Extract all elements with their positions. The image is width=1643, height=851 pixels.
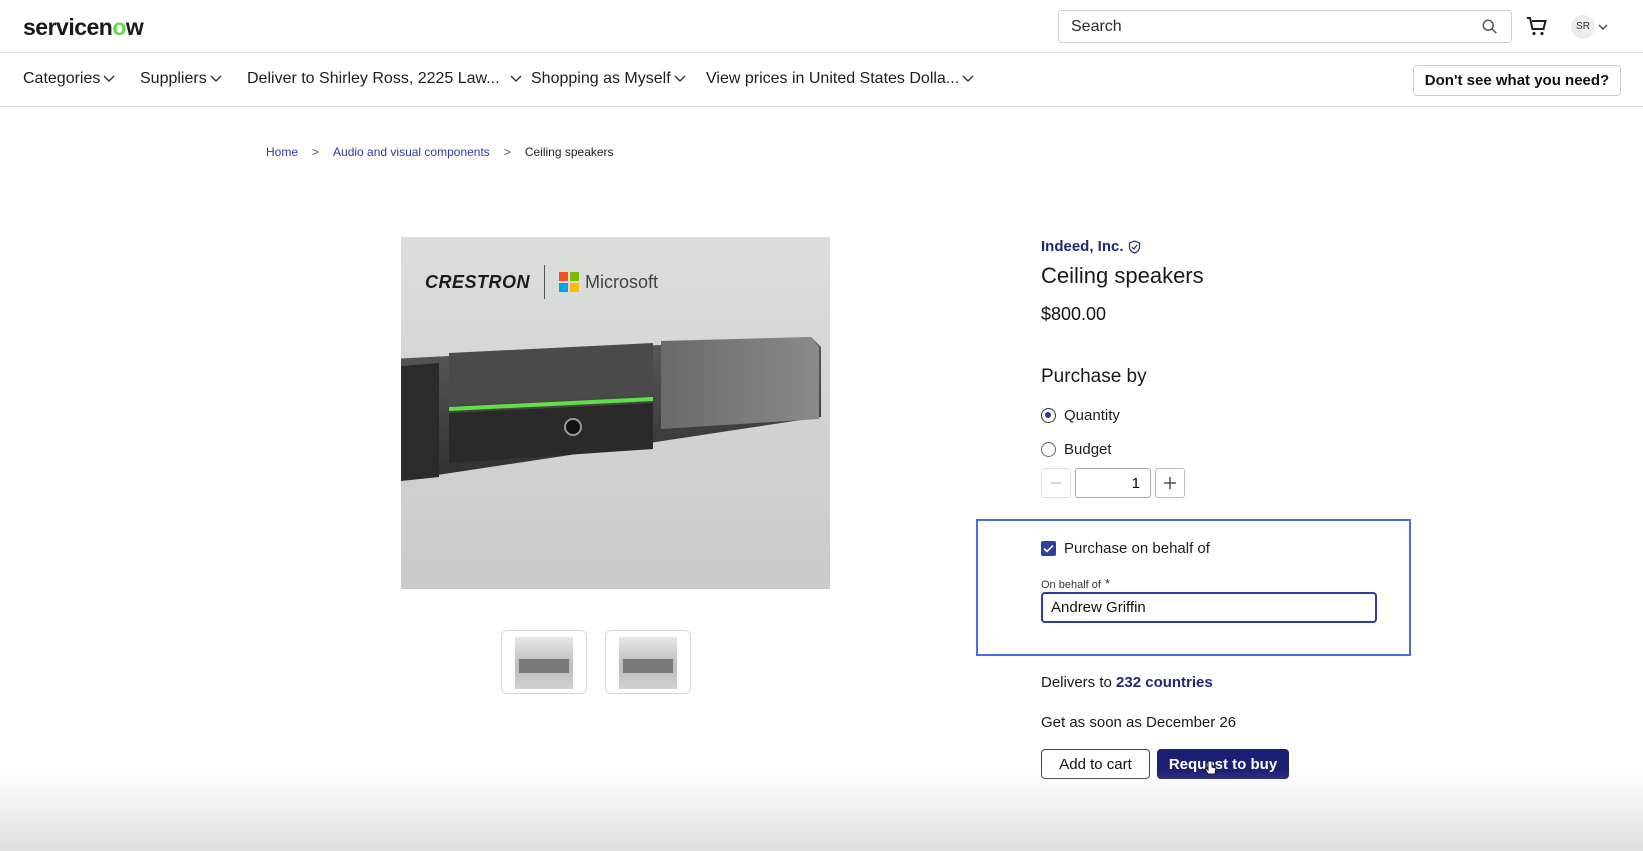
checkbox-checked-icon[interactable] xyxy=(1041,541,1056,556)
chevron-right-icon: > xyxy=(503,145,511,159)
field-label-text: On behalf of xyxy=(1041,579,1101,591)
nav-label: Shopping as Myself xyxy=(531,70,671,87)
product-thumbnail[interactable] xyxy=(501,630,587,694)
supplier-name[interactable]: Indeed, Inc. xyxy=(1041,238,1141,255)
product-price: $800.00 xyxy=(1041,304,1107,324)
verified-shield-icon xyxy=(1128,239,1140,254)
plus-icon xyxy=(1164,477,1176,489)
chevron-down-icon xyxy=(210,75,222,82)
add-to-cart-button[interactable]: Add to cart xyxy=(1041,749,1150,779)
cart-icon[interactable] xyxy=(1525,14,1549,38)
nav-currency[interactable]: View prices in United States Dolla... xyxy=(706,70,974,88)
countries-link[interactable]: 232 countries xyxy=(1116,674,1213,691)
nav-label: Suppliers xyxy=(140,70,207,87)
breadcrumb-current: Ceiling speakers xyxy=(524,145,614,159)
nav-label: View prices in United States Dolla... xyxy=(706,70,960,87)
required-asterisk: * xyxy=(1104,576,1110,591)
brand-divider xyxy=(544,265,546,299)
purchase-by-heading: Purchase by xyxy=(1041,366,1147,387)
chevron-down-icon xyxy=(674,75,686,82)
decrement-button[interactable] xyxy=(1041,468,1071,498)
chevron-down-icon xyxy=(510,75,522,82)
nav-suppliers[interactable]: Suppliers xyxy=(140,70,222,88)
radio-unselected-icon[interactable] xyxy=(1041,442,1056,457)
avatar[interactable]: SR xyxy=(1571,15,1595,39)
microsoft-logo-text: Microsoft xyxy=(585,271,659,292)
chevron-right-icon: > xyxy=(312,145,320,159)
product-image: CRESTRON Microsoft xyxy=(401,237,830,589)
radio-quantity[interactable]: Quantity xyxy=(1041,407,1120,424)
on-behalf-of-label: On behalf of * xyxy=(1041,576,1110,591)
chevron-down-icon[interactable] xyxy=(1598,22,1608,32)
breadcrumb: Home > Audio and visual components > Cei… xyxy=(266,145,614,159)
purchase-on-behalf-checkbox[interactable]: Purchase on behalf of xyxy=(1041,540,1210,557)
nav-deliver-to[interactable]: Deliver to Shirley Ross, 2225 Law... xyxy=(247,70,522,88)
minus-icon xyxy=(1051,482,1061,484)
product-thumbnail[interactable] xyxy=(605,630,691,694)
dont-see-button[interactable]: Don't see what you need? xyxy=(1413,65,1621,96)
mouse-cursor-icon xyxy=(1204,760,1217,775)
breadcrumb-category[interactable]: Audio and visual components xyxy=(333,145,490,159)
radio-budget[interactable]: Budget xyxy=(1041,441,1112,458)
quantity-stepper xyxy=(1041,468,1185,498)
product-title: Ceiling speakers xyxy=(1041,263,1204,288)
nav-label: Deliver to Shirley Ross, 2225 Law... xyxy=(247,70,500,87)
checkbox-label: Purchase on behalf of xyxy=(1064,540,1210,557)
nav-bar: Categories Suppliers Deliver to Shirley … xyxy=(0,53,1643,107)
increment-button[interactable] xyxy=(1155,468,1185,498)
breadcrumb-home[interactable]: Home xyxy=(266,145,298,159)
nav-categories[interactable]: Categories xyxy=(23,70,115,88)
supplier-label: Indeed, Inc. xyxy=(1041,238,1124,255)
top-header: servicenow SR xyxy=(0,0,1643,53)
microsoft-logo-icon xyxy=(559,272,580,292)
nav-shopping-as[interactable]: Shopping as Myself xyxy=(531,70,686,88)
delivers-prefix: Delivers to xyxy=(1041,674,1112,691)
chevron-down-icon xyxy=(962,75,974,82)
brand-logos: CRESTRON Microsoft xyxy=(425,265,658,299)
request-to-buy-button[interactable]: Request to buy xyxy=(1157,749,1289,779)
delivery-eta: Get as soon as December 26 xyxy=(1041,714,1237,731)
chevron-down-icon xyxy=(103,75,115,82)
quantity-input[interactable] xyxy=(1075,468,1151,498)
radio-label: Quantity xyxy=(1064,407,1120,424)
search-box[interactable] xyxy=(1058,10,1512,43)
delivers-to-text: Delivers to 232 countries xyxy=(1041,674,1213,691)
nav-label: Categories xyxy=(23,70,101,87)
soundbar-device-illustration xyxy=(401,337,821,481)
on-behalf-of-input[interactable] xyxy=(1041,592,1377,623)
radio-selected-icon[interactable] xyxy=(1041,408,1056,423)
bottom-fade-overlay xyxy=(0,770,1643,851)
servicenow-logo[interactable]: servicenow xyxy=(23,14,144,41)
search-icon[interactable] xyxy=(1481,18,1499,36)
crestron-logo: CRESTRON xyxy=(425,271,531,292)
radio-label: Budget xyxy=(1064,441,1112,458)
search-input[interactable] xyxy=(1059,11,1459,42)
